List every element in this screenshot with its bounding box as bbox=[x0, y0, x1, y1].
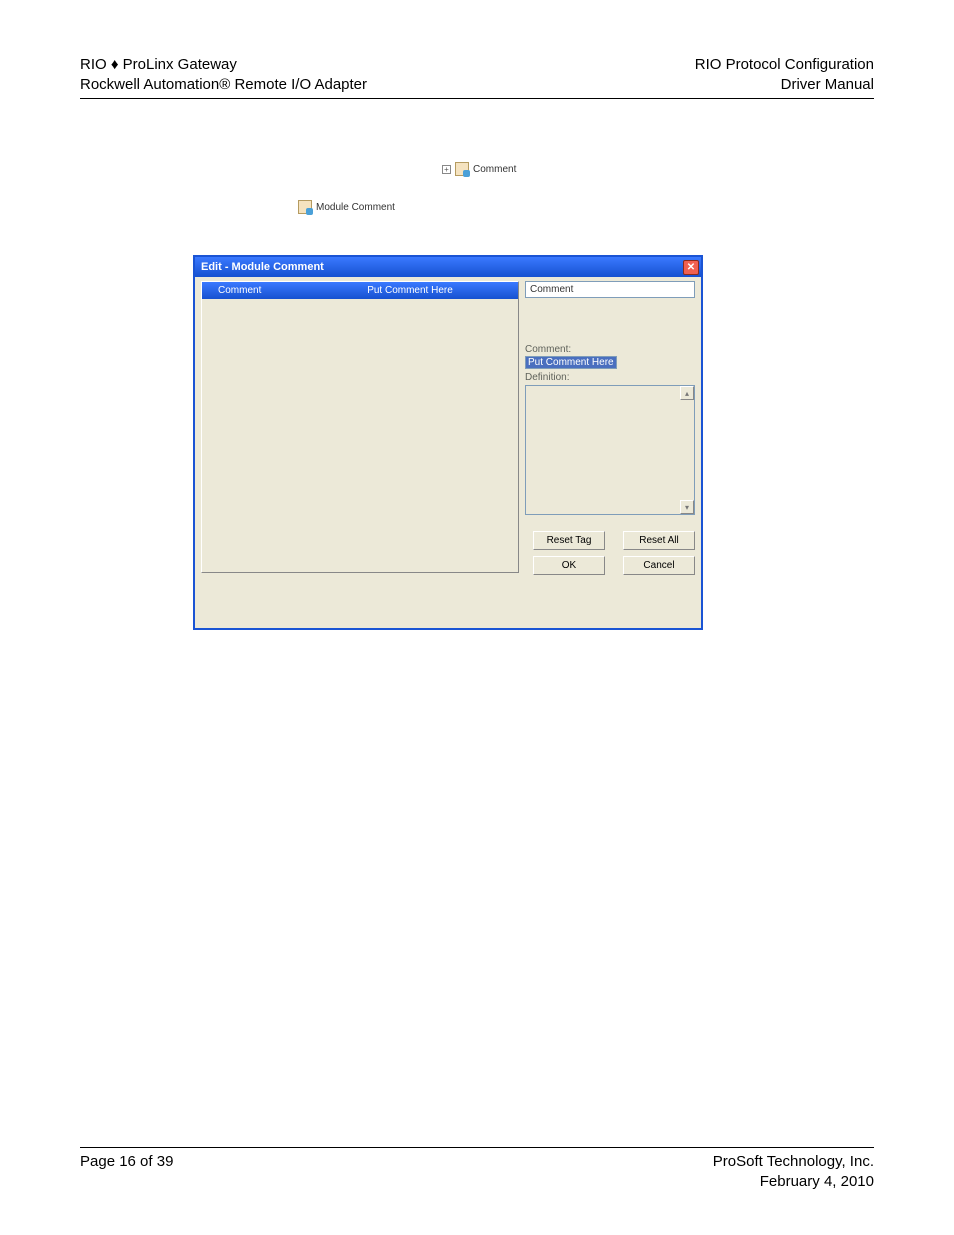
definition-label: Definition: bbox=[525, 372, 695, 383]
ok-button[interactable]: OK bbox=[533, 556, 605, 575]
tree-label: Comment bbox=[473, 164, 516, 175]
tree-label: Module Comment bbox=[316, 202, 395, 213]
cancel-button[interactable]: Cancel bbox=[623, 556, 695, 575]
comment-label: Comment: bbox=[525, 344, 695, 355]
header-left-1: RIO ♦ ProLinx Gateway bbox=[80, 55, 237, 75]
edit-module-comment-dialog: Edit - Module Comment ✕ Comment Put Comm… bbox=[193, 255, 703, 630]
scroll-down-icon[interactable]: ▾ bbox=[680, 500, 694, 514]
grid-col-comment: Comment bbox=[202, 282, 302, 299]
search-input[interactable] bbox=[525, 281, 695, 298]
page-header: RIO ♦ ProLinx Gateway RIO Protocol Confi… bbox=[80, 55, 874, 99]
definition-textarea[interactable]: ▴ ▾ bbox=[525, 385, 695, 515]
expand-icon[interactable]: + bbox=[442, 165, 451, 174]
grid-header: Comment Put Comment Here bbox=[202, 282, 518, 299]
reset-tag-button[interactable]: Reset Tag bbox=[533, 531, 605, 550]
page-footer: Page 16 of 39 ProSoft Technology, Inc. F… bbox=[80, 1147, 874, 1193]
header-left-2: Rockwell Automation® Remote I/O Adapter bbox=[80, 75, 367, 95]
close-icon[interactable]: ✕ bbox=[683, 260, 699, 275]
header-right-1: RIO Protocol Configuration bbox=[695, 55, 874, 75]
header-right-2: Driver Manual bbox=[781, 75, 874, 95]
scroll-up-icon[interactable]: ▴ bbox=[680, 386, 694, 400]
dialog-titlebar: Edit - Module Comment ✕ bbox=[195, 257, 701, 277]
dialog-title: Edit - Module Comment bbox=[201, 261, 324, 273]
grid-pane: Comment Put Comment Here bbox=[201, 281, 519, 573]
tree-item-module-comment[interactable]: Module Comment bbox=[298, 200, 395, 214]
grid-col-value: Put Comment Here bbox=[302, 282, 518, 299]
footer-date: February 4, 2010 bbox=[760, 1172, 874, 1192]
module-icon bbox=[298, 200, 312, 214]
tree-item-comment[interactable]: + Comment bbox=[442, 162, 516, 176]
footer-page: Page 16 of 39 bbox=[80, 1152, 173, 1172]
footer-company: ProSoft Technology, Inc. bbox=[713, 1152, 874, 1172]
comment-value[interactable]: Put Comment Here bbox=[525, 356, 617, 369]
detail-pane: Comment: Put Comment Here Definition: ▴ … bbox=[525, 281, 695, 575]
module-icon bbox=[455, 162, 469, 176]
reset-all-button[interactable]: Reset All bbox=[623, 531, 695, 550]
